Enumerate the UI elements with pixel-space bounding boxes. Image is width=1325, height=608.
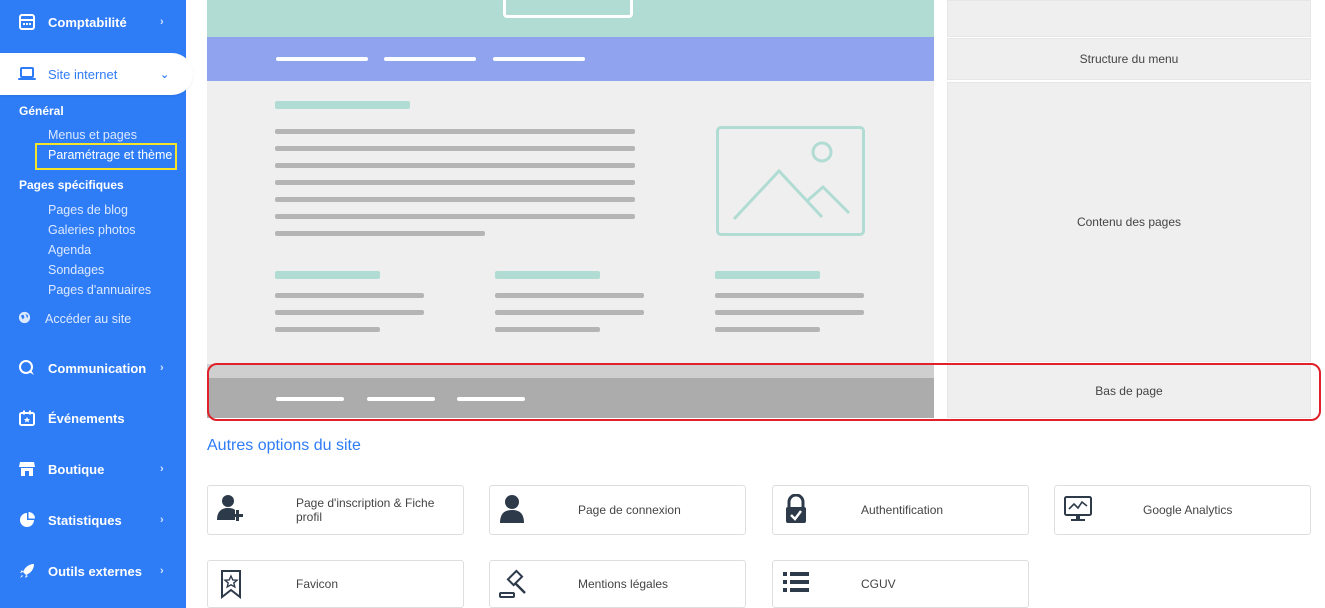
nav-outils-externes[interactable]: Outils externes › xyxy=(0,551,186,591)
section-contenu-button[interactable]: Contenu des pages xyxy=(947,82,1311,362)
section-menu-label: Structure du menu xyxy=(1079,52,1179,66)
nav-site-internet-label: Site internet xyxy=(48,66,118,82)
analytics-monitor-icon xyxy=(1063,494,1093,524)
preview-menu[interactable] xyxy=(207,37,934,81)
section-pages-specifiques: Pages spécifiques xyxy=(19,178,124,192)
section-header-box[interactable] xyxy=(947,0,1311,37)
menu-bar xyxy=(276,57,368,61)
content-line xyxy=(275,146,635,151)
content-heading-bar xyxy=(275,101,410,109)
section-menu-button[interactable]: Structure du menu xyxy=(947,38,1311,80)
calendar-icon xyxy=(18,409,36,427)
theme-preview xyxy=(207,0,934,418)
gavel-icon xyxy=(498,569,528,599)
content-line xyxy=(275,231,485,236)
option-authentification[interactable]: Authentification xyxy=(772,485,1029,535)
highlight-box xyxy=(35,143,177,170)
content-line xyxy=(495,293,644,298)
content-line xyxy=(275,180,635,185)
content-image-icon xyxy=(716,126,865,236)
chevron-down-icon: ⌄ xyxy=(160,68,170,81)
chevron-right-icon: › xyxy=(160,16,164,28)
content-line xyxy=(495,327,600,332)
header-image-icon xyxy=(503,0,633,18)
chevron-right-icon: › xyxy=(160,362,164,374)
chevron-right-icon: › xyxy=(160,514,164,526)
laptop-icon xyxy=(18,65,36,83)
content-line xyxy=(275,310,424,315)
acceder-label: Accéder au site xyxy=(45,312,132,326)
content-heading-bar xyxy=(495,271,600,279)
shop-icon xyxy=(18,460,36,478)
list-icon xyxy=(781,569,811,599)
nav-site-internet[interactable]: Site internet ⌄ xyxy=(0,53,193,95)
lock-check-icon xyxy=(781,494,811,524)
globe-icon xyxy=(18,311,31,327)
content-line xyxy=(275,129,635,134)
nav-boutique[interactable]: Boutique › xyxy=(0,449,186,489)
option-label: Authentification xyxy=(861,503,944,517)
option-inscription[interactable]: Page d'inscription & Fiche profil xyxy=(207,485,464,535)
calculator-icon xyxy=(18,13,36,31)
footer-highlight xyxy=(207,363,1321,421)
bookmark-star-icon xyxy=(216,569,246,599)
option-label: Mentions légales xyxy=(578,577,669,591)
nav-evenements[interactable]: Événements xyxy=(0,398,186,438)
pie-chart-icon xyxy=(18,511,36,529)
menu-bar xyxy=(384,57,476,61)
option-label: Page d'inscription & Fiche profil xyxy=(296,496,435,524)
content-line xyxy=(715,310,864,315)
chat-bubble-icon xyxy=(18,359,36,377)
option-cguv[interactable]: CGUV xyxy=(772,560,1029,608)
option-label: Google Analytics xyxy=(1143,503,1233,517)
nav-comptabilite[interactable]: Comptabilité › xyxy=(0,2,186,42)
section-general: Général xyxy=(19,104,64,118)
content-line xyxy=(715,327,820,332)
content-heading-bar xyxy=(275,271,380,279)
sidebar-item-acceder[interactable]: Accéder au site xyxy=(18,311,131,327)
options-title: Autres options du site xyxy=(207,437,361,454)
rocket-icon xyxy=(18,562,36,580)
option-google-analytics[interactable]: Google Analytics xyxy=(1054,485,1311,535)
option-mentions-legales[interactable]: Mentions légales xyxy=(489,560,746,608)
chevron-right-icon: › xyxy=(160,463,164,475)
option-connexion[interactable]: Page de connexion xyxy=(489,485,746,535)
sidebar: Comptabilité › Site internet ⌄ Général M… xyxy=(0,0,193,608)
content-line xyxy=(275,197,635,202)
content-line xyxy=(275,293,424,298)
content-line xyxy=(275,214,635,219)
nav-communication-label: Communication xyxy=(48,360,147,376)
option-favicon[interactable]: Favicon xyxy=(207,560,464,608)
chevron-right-icon: › xyxy=(160,565,164,577)
content-line xyxy=(275,327,380,332)
sidebar-item-menus-pages[interactable]: Menus et pages xyxy=(48,128,137,142)
sidebar-item-agenda[interactable]: Agenda xyxy=(48,243,91,257)
option-label: Page de connexion xyxy=(578,503,681,517)
sidebar-item-sondages[interactable]: Sondages xyxy=(48,263,104,277)
content-heading-bar xyxy=(715,271,820,279)
option-label: Favicon xyxy=(296,577,339,591)
nav-comptabilite-label: Comptabilité xyxy=(48,14,127,30)
sidebar-item-annuaires[interactable]: Pages d'annuaires xyxy=(48,283,151,297)
nav-statistiques-label: Statistiques xyxy=(48,512,122,528)
nav-outils-label: Outils externes xyxy=(48,563,142,579)
sidebar-item-galeries[interactable]: Galeries photos xyxy=(48,223,136,237)
nav-boutique-label: Boutique xyxy=(48,461,105,477)
sidebar-item-pages-blog[interactable]: Pages de blog xyxy=(48,203,128,217)
menu-bar xyxy=(493,57,585,61)
user-icon xyxy=(498,494,528,524)
user-add-icon xyxy=(216,494,246,524)
option-label: CGUV xyxy=(861,577,896,591)
nav-communication[interactable]: Communication › xyxy=(0,348,186,388)
section-contenu-label: Contenu des pages xyxy=(1076,215,1182,229)
content-line xyxy=(275,163,635,168)
content-line xyxy=(715,293,864,298)
content-line xyxy=(495,310,644,315)
preview-header[interactable] xyxy=(207,0,934,37)
nav-statistiques[interactable]: Statistiques › xyxy=(0,500,186,540)
nav-evenements-label: Événements xyxy=(48,410,125,426)
